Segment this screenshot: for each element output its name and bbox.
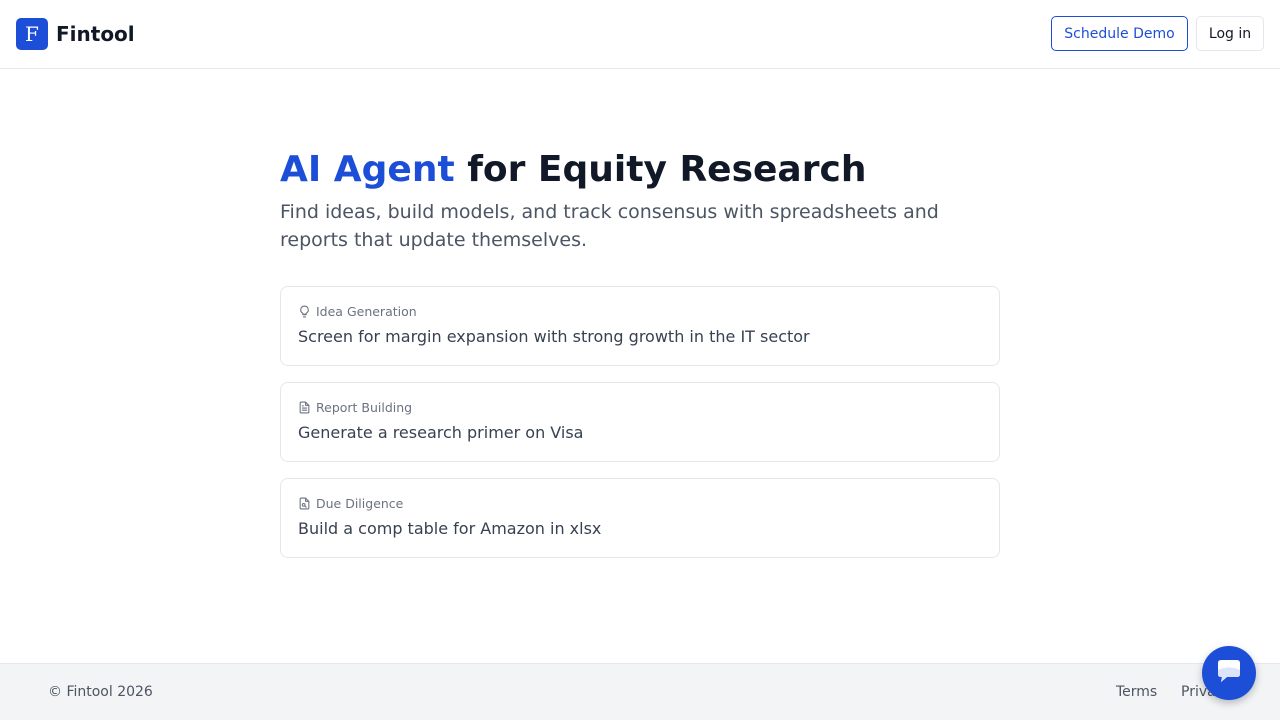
- copyright-text: © Fintool 2026: [48, 684, 153, 700]
- prompt-card-due-diligence[interactable]: Due Diligence Build a comp table for Ama…: [280, 478, 1000, 558]
- lightbulb-icon: [298, 305, 311, 318]
- hero-title-rest: for Equity Research: [467, 149, 867, 190]
- card-tag-label: Due Diligence: [316, 495, 404, 511]
- page-footer: © Fintool 2026 Terms Privacy: [0, 663, 1280, 720]
- card-prompt-text: Screen for margin expansion with strong …: [298, 327, 810, 346]
- prompt-card-idea-generation[interactable]: Idea Generation Screen for margin expans…: [280, 286, 1000, 366]
- document-icon: [298, 401, 311, 414]
- card-tag-label: Report Building: [316, 399, 413, 415]
- card-tag: Report Building: [298, 399, 412, 415]
- schedule-demo-button[interactable]: Schedule Demo: [1051, 16, 1188, 51]
- hero-title-accent: AI Agent: [280, 149, 455, 190]
- fintool-logo-icon[interactable]: F: [16, 18, 48, 50]
- card-tag: Idea Generation: [298, 303, 417, 319]
- card-prompt-text: Build a comp table for Amazon in xlsx: [298, 519, 602, 538]
- terms-link[interactable]: Terms: [1116, 684, 1157, 700]
- login-button[interactable]: Log in: [1196, 16, 1264, 51]
- card-tag-label: Idea Generation: [316, 303, 417, 319]
- hero-title: AI Agent for Equity Research: [280, 146, 1000, 194]
- prompt-card-report-building[interactable]: Report Building Generate a research prim…: [280, 382, 1000, 462]
- chat-widget-button[interactable]: [1202, 646, 1256, 700]
- chat-icon: [1214, 656, 1244, 690]
- file-search-icon: [298, 497, 311, 510]
- top-navbar: F Fintool Schedule Demo Log in: [0, 0, 1280, 69]
- card-tag: Due Diligence: [298, 495, 403, 511]
- logo-letter: F: [25, 22, 39, 46]
- card-prompt-text: Generate a research primer on Visa: [298, 423, 584, 442]
- hero-subtitle: Find ideas, build models, and track cons…: [280, 201, 939, 251]
- brand-name[interactable]: Fintool: [56, 21, 135, 47]
